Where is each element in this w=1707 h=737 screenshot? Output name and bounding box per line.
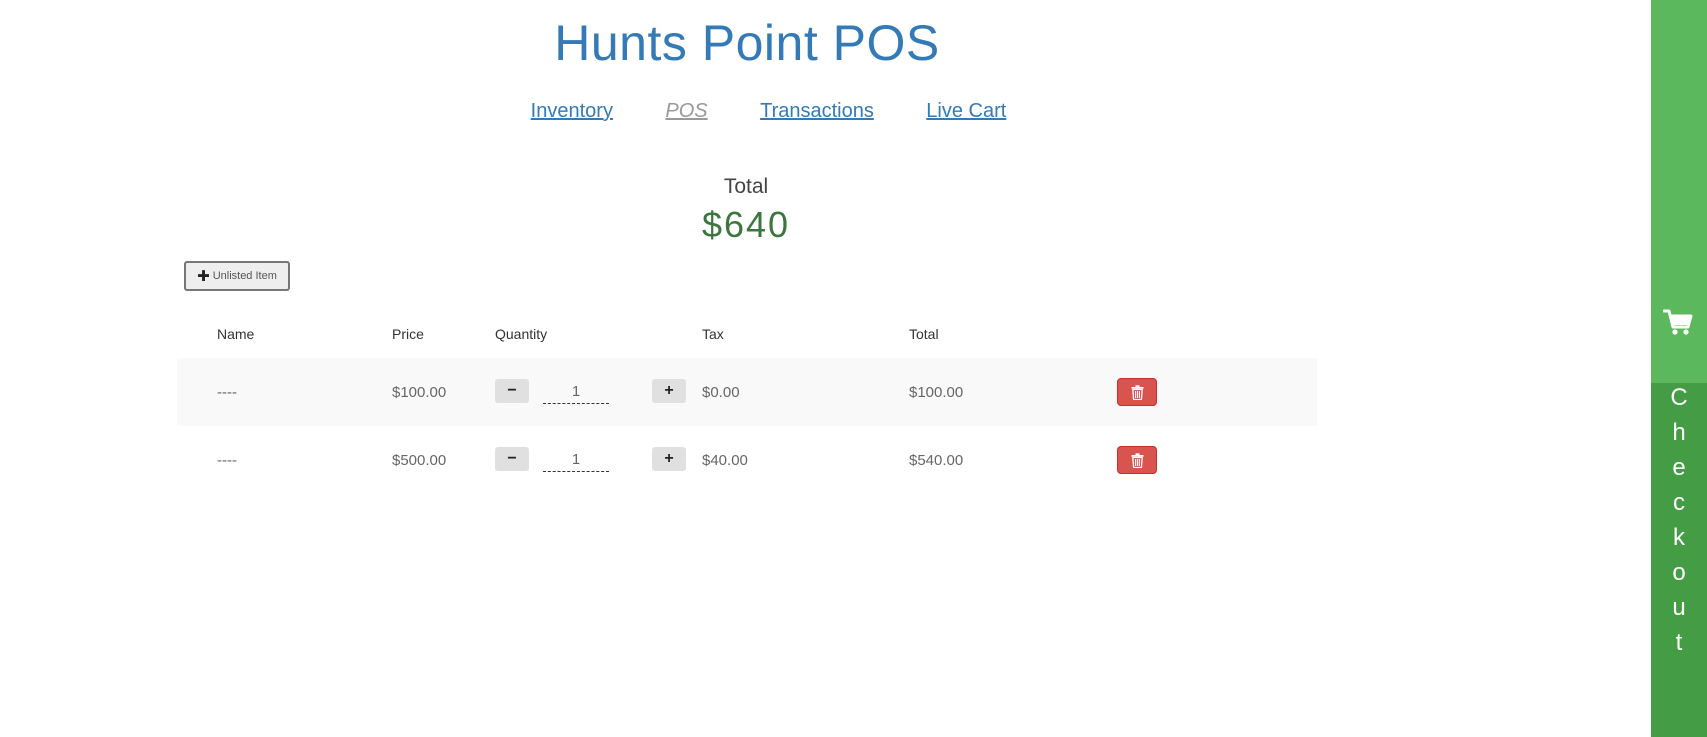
quantity-input[interactable]: 1 [543,447,609,472]
header-name: Name [217,326,255,342]
checkout-label: Checkout [1651,380,1707,660]
item-name: ---- [217,383,237,401]
plus-icon: + [664,450,674,467]
table-row: ---- $100.00 − 1 + $0.00 $100.00 [177,358,1317,426]
quantity-input[interactable]: 1 [543,379,609,404]
table-row: ---- $500.00 − 1 + $40.00 $540.00 [177,426,1317,494]
checkout-letter: t [1675,629,1683,656]
nav-inventory[interactable]: Inventory [531,100,613,123]
cart-table: Name Price Quantity Tax Total ---- $100.… [177,310,1317,494]
header-price: Price [392,326,424,342]
header-total: Total [909,326,939,342]
table-header: Name Price Quantity Tax Total [177,310,1317,358]
delete-item-button[interactable] [1117,446,1157,474]
item-total: $100.00 [909,383,964,401]
item-name: ---- [217,451,237,469]
decrease-quantity-button[interactable]: − [495,379,529,403]
plus-icon: + [664,382,674,399]
checkout-letter: e [1672,454,1686,481]
header-tax: Tax [702,326,724,342]
checkout-letter: c [1673,489,1685,516]
increase-quantity-button[interactable]: + [652,447,686,471]
app-title: Hunts Point POS [554,15,940,71]
total-amount: $640 [701,204,791,245]
unlisted-item-label: Unlisted Item [212,270,277,282]
header-quantity: Quantity [495,326,548,342]
trash-icon [1131,452,1143,468]
decrease-quantity-button[interactable]: − [495,447,529,471]
pos-page: Hunts Point POS Inventory POS Transactio… [0,0,1707,737]
minus-icon: − [507,450,517,467]
cart-icon [1663,309,1693,335]
checkout-button[interactable]: Checkout [1651,0,1707,737]
checkout-letter: u [1672,594,1686,621]
nav-transactions[interactable]: Transactions [760,100,874,123]
trash-icon [1131,384,1143,400]
total-label: Total [723,175,769,198]
checkout-letter: h [1672,419,1686,446]
item-tax: $0.00 [702,383,740,401]
item-tax: $40.00 [702,451,748,469]
item-price: $500.00 [392,451,447,469]
checkout-letter: k [1673,524,1685,551]
increase-quantity-button[interactable]: + [652,379,686,403]
main-nav: Inventory POS Transactions Live Cart [0,100,1537,123]
minus-icon: − [507,382,517,399]
plus-icon: ✚ [197,267,210,285]
nav-live-cart[interactable]: Live Cart [926,100,1006,123]
checkout-letter: C [1670,384,1688,411]
nav-pos[interactable]: POS [665,100,707,123]
item-total: $540.00 [909,451,964,469]
checkout-letter: o [1672,559,1686,586]
delete-item-button[interactable] [1117,378,1157,406]
item-price: $100.00 [392,383,447,401]
add-unlisted-item-button[interactable]: ✚ Unlisted Item [184,261,290,291]
